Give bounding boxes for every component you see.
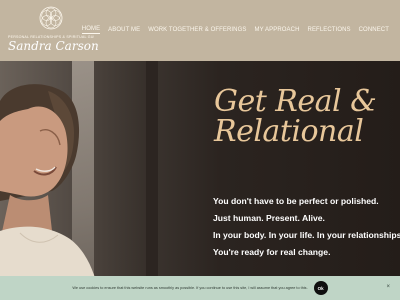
nav-work-together[interactable]: WORK TOGETHER & OFFERINGS (148, 27, 246, 33)
hero-copy-line-2: Just human. Present. Alive. (213, 213, 325, 223)
hero-copy-line-3: In your body. In your life. In your rela… (213, 230, 400, 240)
cookie-banner: We use cookies to ensure that this websi… (0, 276, 400, 300)
site-header: PERSONAL RELATIONSHIPS & SPIRITUAL GUIDA… (0, 0, 400, 61)
nav-reflections[interactable]: REFLECTIONS (308, 27, 351, 33)
main-nav: HOME ABOUT ME WORK TOGETHER & OFFERINGS … (81, 24, 389, 36)
window-edge (146, 61, 158, 300)
hero-portrait-photo (0, 84, 100, 300)
nav-connect[interactable]: CONNECT (359, 27, 389, 33)
nav-my-approach[interactable]: MY APPROACH (255, 27, 300, 33)
cookie-text: We use cookies to ensure that this websi… (72, 286, 308, 290)
flower-of-life-icon (39, 6, 63, 30)
hero-copy-line-1: You don't have to be perfect or polished… (213, 196, 379, 206)
close-icon[interactable]: × (386, 284, 390, 290)
headline-line-2: Relational (214, 114, 364, 149)
hero-headline: Get Real & Relational (214, 87, 400, 147)
logo-name: Sandra Carson (8, 39, 99, 53)
cookie-ok-button[interactable]: Ok (313, 281, 328, 295)
nav-about-me[interactable]: ABOUT ME (108, 27, 140, 33)
nav-home[interactable]: HOME (81, 26, 101, 34)
hero-section: Get Real & Relational You don't have to … (0, 61, 400, 300)
hero-copy-line-4: You're ready for real change. (213, 247, 331, 257)
hero-copy: You don't have to be perfect or polished… (213, 193, 400, 261)
